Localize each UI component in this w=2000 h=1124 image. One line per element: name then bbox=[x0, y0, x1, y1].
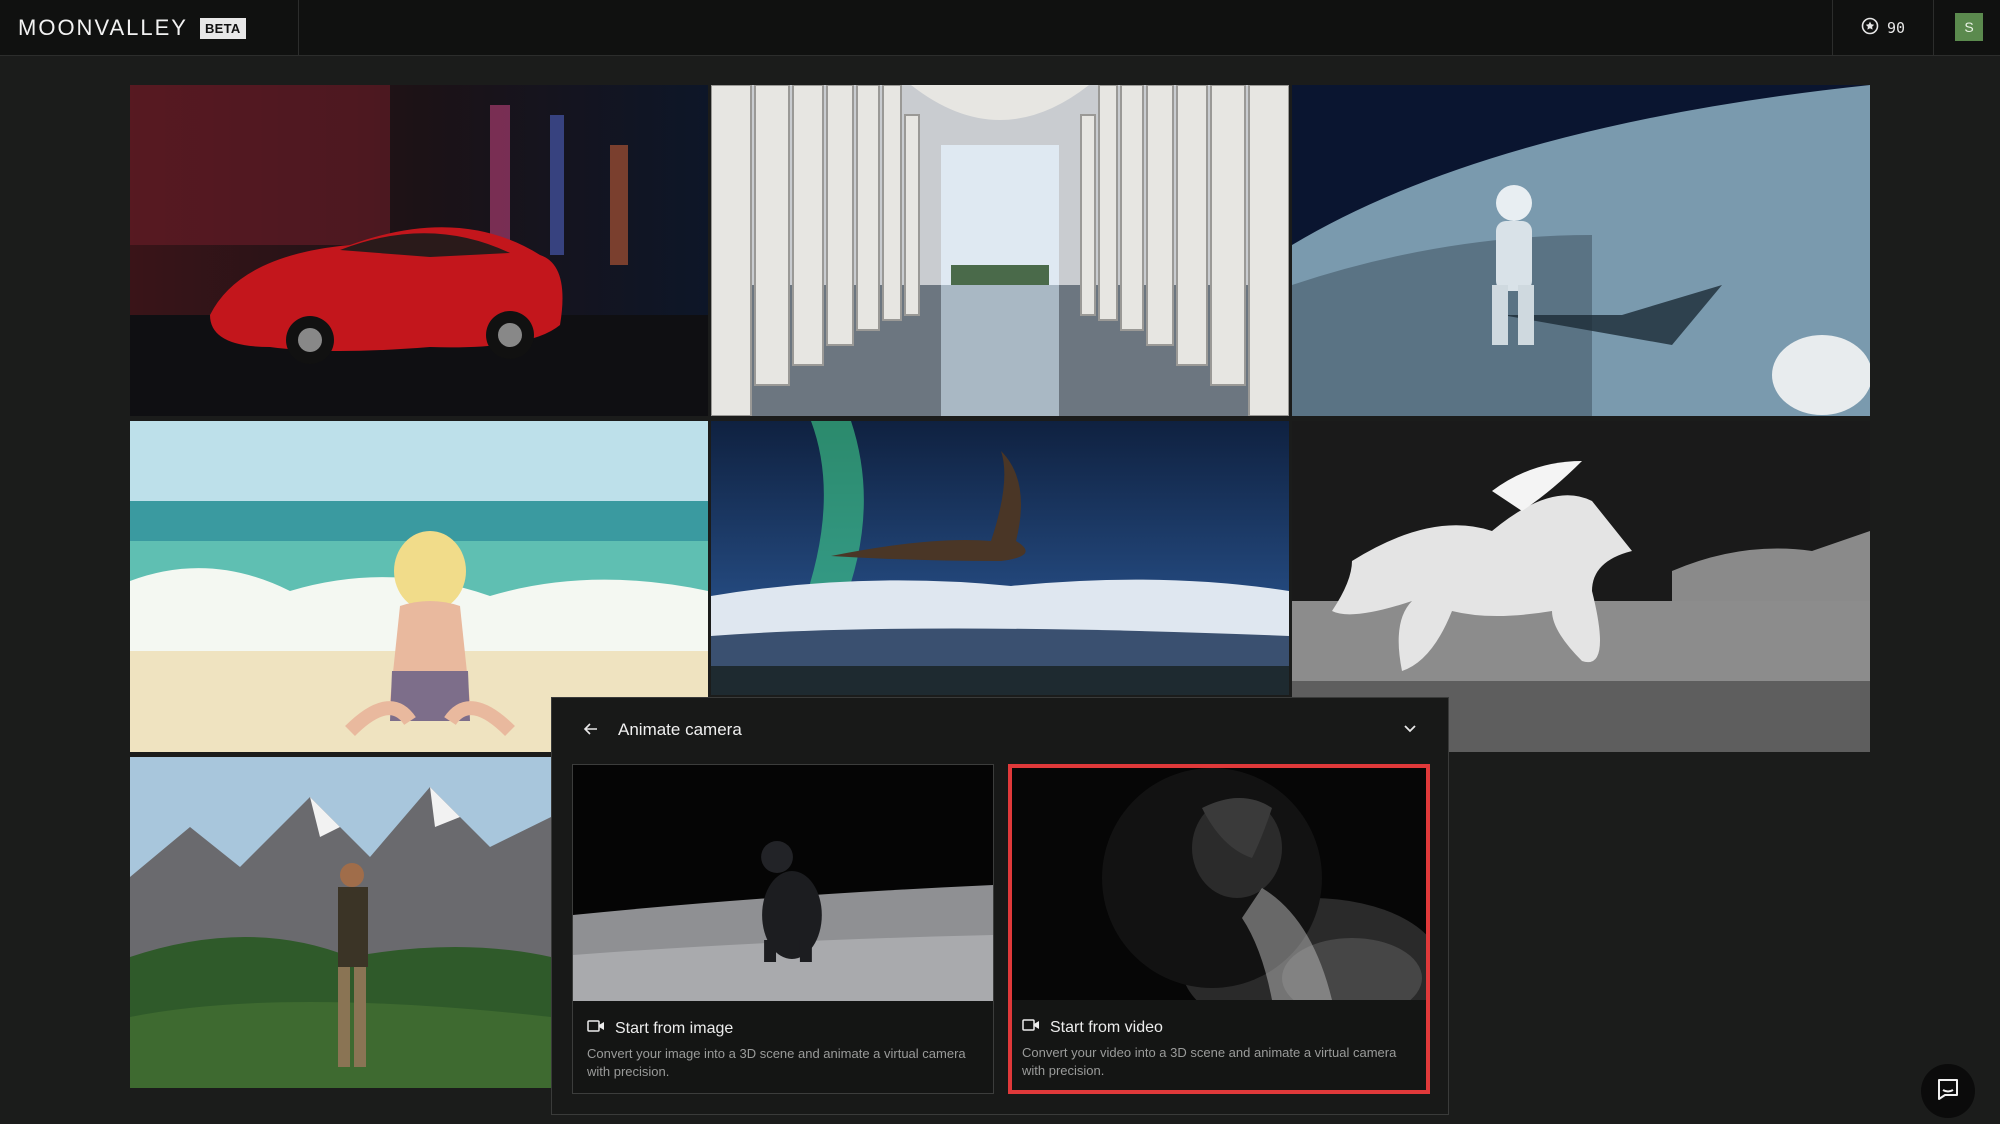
gallery-tile-columns[interactable] bbox=[711, 85, 1289, 416]
panel-title: Animate camera bbox=[618, 720, 742, 739]
animate-camera-panel: Animate camera Start from image Convert bbox=[551, 697, 1449, 1115]
option-thumbnail bbox=[1012, 768, 1426, 1000]
option-card-start-from-video[interactable]: Start from video Convert your video into… bbox=[1008, 764, 1430, 1094]
option-thumbnail bbox=[573, 765, 993, 1001]
tile-image bbox=[711, 421, 1289, 695]
option-label-row: Start from video bbox=[1022, 1018, 1163, 1037]
brand[interactable]: MOONVALLEY BETA bbox=[18, 0, 246, 56]
gallery-tile-astronaut[interactable] bbox=[1292, 85, 1870, 416]
tile-image bbox=[1292, 85, 1870, 416]
star-coin-icon bbox=[1861, 17, 1879, 39]
arrow-left-icon bbox=[582, 720, 600, 743]
credits-count: 90 bbox=[1886, 19, 1906, 37]
brand-name: MOONVALLEY bbox=[18, 15, 188, 40]
video-camera-icon bbox=[1022, 1018, 1040, 1037]
divider bbox=[298, 0, 299, 56]
option-card-start-from-image[interactable]: Start from image Convert your image into… bbox=[572, 764, 994, 1094]
video-camera-icon bbox=[587, 1019, 605, 1038]
option-label: Start from image bbox=[615, 1019, 734, 1037]
credits-button[interactable]: 90 bbox=[1832, 0, 1934, 56]
tile-image bbox=[130, 85, 708, 416]
option-label: Start from video bbox=[1050, 1018, 1163, 1036]
option-description: Convert your image into a 3D scene and a… bbox=[587, 1046, 966, 1079]
option-label-row: Start from image bbox=[587, 1019, 733, 1038]
gallery-tile-red-car[interactable] bbox=[130, 85, 708, 416]
gallery-tile-hiker[interactable] bbox=[130, 757, 551, 1088]
chat-launcher-button[interactable] bbox=[1921, 1064, 1975, 1118]
panel-header: Animate camera bbox=[552, 698, 1448, 762]
gallery-tile-eagle[interactable] bbox=[711, 421, 1289, 695]
tile-image bbox=[130, 757, 551, 1088]
chat-icon bbox=[1935, 1076, 1961, 1107]
beta-badge: BETA bbox=[199, 17, 246, 39]
back-button[interactable] bbox=[578, 718, 604, 744]
collapse-button[interactable] bbox=[1398, 718, 1422, 742]
tile-image bbox=[711, 85, 1289, 416]
chevron-down-icon bbox=[1402, 720, 1418, 741]
top-bar: MOONVALLEY BETA 90 S bbox=[0, 0, 2000, 56]
option-description: Convert your video into a 3D scene and a… bbox=[1022, 1045, 1397, 1078]
avatar[interactable]: S bbox=[1955, 13, 1983, 41]
